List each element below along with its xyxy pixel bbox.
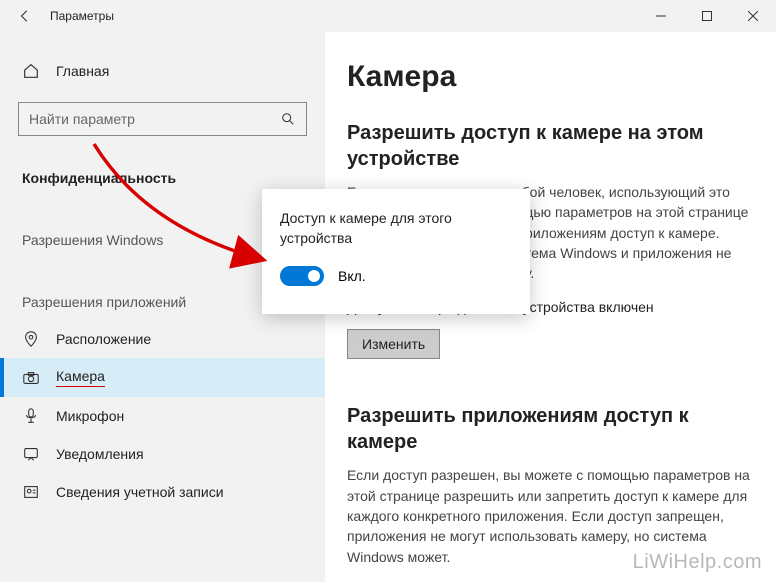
sidebar-item-camera[interactable]: Камера bbox=[0, 358, 325, 397]
search-icon[interactable] bbox=[270, 103, 306, 135]
device-access-toggle[interactable] bbox=[280, 266, 324, 286]
sidebar-item-location[interactable]: Расположение bbox=[0, 320, 325, 358]
account-icon bbox=[22, 483, 40, 501]
page-title: Камера bbox=[347, 60, 754, 94]
back-button[interactable] bbox=[18, 9, 32, 23]
microphone-icon bbox=[22, 407, 40, 425]
nav-label: Камера bbox=[56, 368, 105, 387]
notifications-icon bbox=[22, 445, 40, 463]
titlebar: Параметры bbox=[0, 0, 776, 32]
window-title: Параметры bbox=[50, 9, 114, 23]
nav-label: Уведомления bbox=[56, 446, 144, 462]
search-box[interactable] bbox=[18, 102, 307, 136]
sidebar-item-microphone[interactable]: Микрофон bbox=[0, 397, 325, 435]
flyout-title: Доступ к камере для этого устройства bbox=[280, 209, 512, 248]
sidebar-home[interactable]: Главная bbox=[0, 56, 325, 86]
nav-label: Расположение bbox=[56, 331, 151, 347]
home-label: Главная bbox=[56, 63, 109, 79]
search-input[interactable] bbox=[19, 111, 270, 127]
device-access-flyout: Доступ к камере для этого устройства Вкл… bbox=[262, 189, 530, 314]
close-button[interactable] bbox=[730, 0, 776, 32]
change-button[interactable]: Изменить bbox=[347, 329, 440, 359]
location-icon bbox=[22, 330, 40, 348]
nav-label: Сведения учетной записи bbox=[56, 484, 224, 500]
nav-label: Микрофон bbox=[56, 408, 124, 424]
sidebar-item-account-info[interactable]: Сведения учетной записи bbox=[0, 473, 325, 511]
section-heading-device-access: Разрешить доступ к камере на этом устрой… bbox=[347, 120, 754, 172]
camera-icon bbox=[22, 369, 40, 387]
home-icon bbox=[22, 62, 40, 80]
watermark: LiWiHelp.com bbox=[633, 551, 762, 574]
section-heading-app-access: Разрешить приложениям доступ к камере bbox=[347, 403, 754, 455]
maximize-button[interactable] bbox=[684, 0, 730, 32]
minimize-button[interactable] bbox=[638, 0, 684, 32]
nav-list: Расположение Камера Микрофон Уведомления… bbox=[0, 320, 325, 511]
sidebar-item-notifications[interactable]: Уведомления bbox=[0, 435, 325, 473]
device-access-toggle-label: Вкл. bbox=[338, 268, 366, 284]
